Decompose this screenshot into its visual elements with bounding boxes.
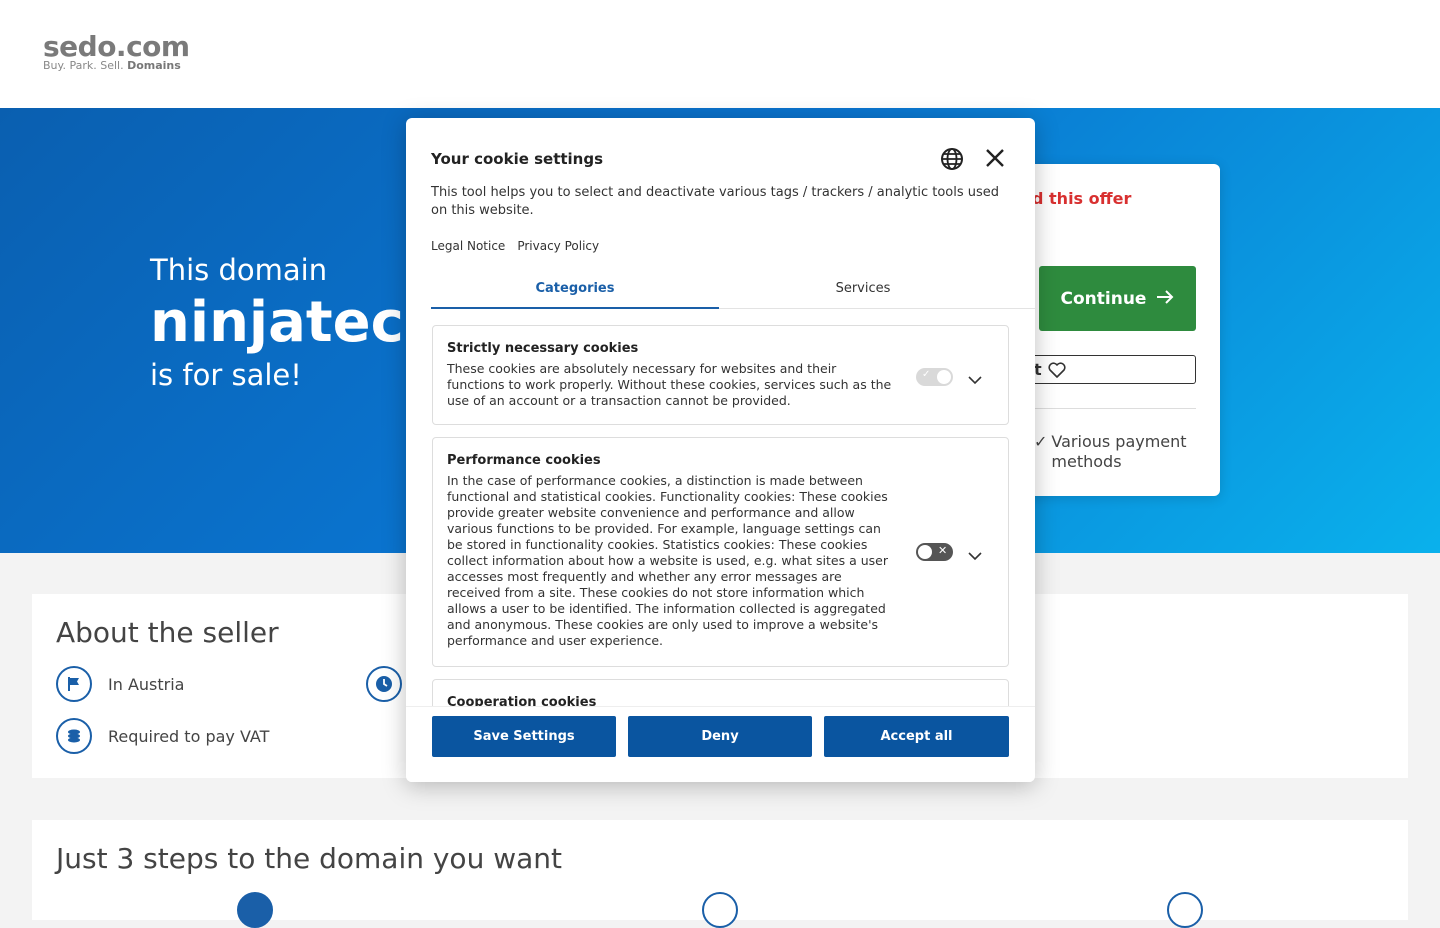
chevron-down-icon[interactable] — [968, 546, 982, 565]
cookie-tabs: Categories Services — [431, 278, 1035, 309]
coins-icon — [56, 718, 92, 754]
site-header: sedo.com Buy. Park. Sell. Domains — [0, 0, 1440, 108]
strictly-necessary-toggle: ✓ — [916, 368, 953, 386]
offer-card: d this offer Continue t ✓ Various paymen… — [1020, 164, 1220, 496]
step-1-icon — [237, 892, 273, 928]
category-description: These cookies are absolutely necessary f… — [447, 361, 892, 408]
hero-for-sale: is for sale! — [150, 358, 302, 392]
seller-title: About the seller — [56, 616, 279, 649]
offer-title: d this offer — [1032, 189, 1132, 208]
tab-services[interactable]: Services — [719, 278, 1007, 309]
category-title: Cooperation cookies — [447, 695, 597, 706]
close-icon[interactable] — [984, 147, 1006, 173]
category-description: In the case of performance cookies, a di… — [447, 473, 889, 648]
legal-notice-link[interactable]: Legal Notice — [431, 239, 505, 253]
logo-wordmark: sedo.com — [43, 30, 190, 63]
cookie-settings-dialog: Your cookie settings This tool helps you… — [406, 118, 1035, 782]
seller-location-row: In Austria — [56, 666, 184, 702]
category-cooperation: Cooperation cookies — [432, 679, 1009, 706]
cookie-dialog-links: Legal Notice Privacy Policy — [431, 239, 599, 253]
steps-section: Just 3 steps to the domain you want — [32, 820, 1408, 928]
cookie-dialog-title: Your cookie settings — [431, 150, 604, 168]
step-3-icon — [1167, 892, 1203, 928]
cookie-dialog-footer: Save Settings Deny Accept all — [406, 706, 1035, 782]
cookie-dialog-description: This tool helps you to select and deacti… — [431, 185, 1000, 218]
hero-domain-name: ninjatec — [150, 290, 404, 355]
category-title: Strictly necessary cookies — [447, 341, 639, 356]
seller-vat-row: Required to pay VAT — [56, 718, 269, 754]
clock-icon — [366, 666, 402, 702]
step-2-icon — [702, 892, 738, 928]
watchlist-label: t — [1034, 360, 1042, 379]
performance-toggle[interactable]: ✕ — [916, 543, 953, 561]
cookie-categories-list[interactable]: Strictly necessary cookies These cookies… — [406, 314, 1035, 706]
logo-tagline: Buy. Park. Sell. Domains — [43, 60, 190, 72]
seller-location: In Austria — [108, 674, 185, 694]
payment-methods-item: ✓ Various payment methods — [1034, 432, 1204, 472]
chevron-down-icon[interactable] — [968, 370, 982, 389]
steps-title: Just 3 steps to the domain you want — [56, 842, 562, 875]
category-strictly-necessary: Strictly necessary cookies These cookies… — [432, 325, 1009, 425]
category-title: Performance cookies — [447, 453, 601, 468]
logo-tagline-bold: Domains — [127, 59, 181, 72]
tab-categories[interactable]: Categories — [431, 278, 719, 309]
payment-methods-label: Various payment methods — [1051, 432, 1187, 471]
arrow-right-icon — [1156, 289, 1174, 309]
offer-divider — [1020, 408, 1196, 409]
check-icon: ✓ — [1034, 432, 1048, 451]
flag-icon — [56, 666, 92, 702]
heart-icon — [1048, 361, 1066, 378]
watchlist-button[interactable]: t — [1020, 355, 1196, 384]
seller-vat: Required to pay VAT — [108, 726, 270, 746]
hero-intro: This domain — [150, 253, 328, 287]
accept-all-button[interactable]: Accept all — [824, 716, 1009, 757]
language-globe-icon[interactable] — [940, 147, 964, 175]
category-performance: Performance cookies In the case of perfo… — [432, 437, 1009, 667]
continue-button[interactable]: Continue — [1039, 266, 1196, 331]
save-settings-button[interactable]: Save Settings — [432, 716, 616, 757]
logo-tagline-plain: Buy. Park. Sell. — [43, 59, 124, 72]
privacy-policy-link[interactable]: Privacy Policy — [517, 239, 599, 253]
deny-button[interactable]: Deny — [628, 716, 812, 757]
check-icon: ✓ — [922, 369, 931, 380]
sedo-logo[interactable]: sedo.com Buy. Park. Sell. Domains — [43, 32, 190, 72]
continue-label: Continue — [1060, 288, 1147, 309]
x-icon: ✕ — [938, 544, 948, 557]
